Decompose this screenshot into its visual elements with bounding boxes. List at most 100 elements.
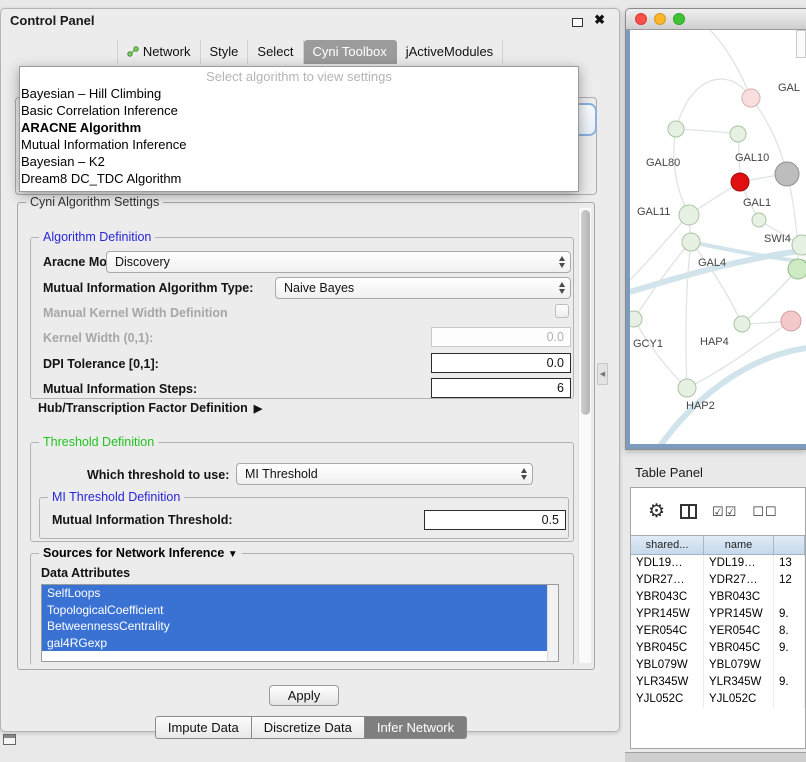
cell: YBL079W: [704, 657, 774, 674]
network-node[interactable]: [742, 89, 760, 107]
data-attributes-list[interactable]: SelfLoops TopologicalCoefficient Between…: [41, 584, 559, 662]
which-threshold-select[interactable]: MI Threshold: [236, 463, 533, 485]
network-node[interactable]: [730, 126, 746, 142]
cell: 13: [774, 555, 805, 572]
node-label: GAL1: [743, 197, 771, 209]
list-item[interactable]: TopologicalCoefficient: [42, 602, 547, 619]
restore-panel-icon[interactable]: [3, 734, 16, 745]
mi-steps-label: Mutual Information Steps:: [43, 382, 197, 396]
tab-label: Style: [210, 44, 239, 59]
tab-label: Cyni Toolbox: [313, 44, 387, 59]
tab-impute-data[interactable]: Impute Data: [155, 716, 252, 739]
gear-icon[interactable]: ⚙: [648, 502, 665, 521]
window-title: Control Panel: [10, 13, 95, 28]
kernel-width-input[interactable]: 0.0: [431, 327, 571, 347]
network-node[interactable]: [788, 259, 806, 279]
node-label: SWI4: [764, 233, 791, 245]
table-row[interactable]: YBR045C YBR045C 9.: [631, 640, 805, 657]
table-row[interactable]: YBR043C YBR043C: [631, 589, 805, 606]
deselect-all-checkboxes-icon[interactable]: ☐☐: [752, 504, 777, 520]
chevron-down-icon: ▼: [228, 549, 238, 560]
mi-threshold-group: MI Threshold Definition Mutual Informati…: [39, 497, 569, 539]
table-header: shared... name: [631, 535, 805, 555]
column-header-name[interactable]: name: [704, 536, 774, 554]
network-node[interactable]: [668, 121, 684, 137]
panel-collapse-grip[interactable]: ◀: [597, 363, 608, 385]
cell: YLR345W: [704, 674, 774, 691]
algorithm-option[interactable]: Dream8 DC_TDC Algorithm: [20, 170, 578, 187]
kernel-width-value: 0.0: [547, 330, 564, 344]
columns-icon[interactable]: [680, 504, 697, 519]
network-scrollbar[interactable]: [796, 30, 806, 58]
network-node[interactable]: [734, 316, 750, 332]
sources-toggle[interactable]: Sources for Network Inference ▼: [39, 546, 242, 560]
list-scrollbar[interactable]: [547, 585, 558, 661]
zoom-traffic-light-icon[interactable]: [673, 13, 685, 25]
network-node[interactable]: [678, 379, 696, 397]
table-row[interactable]: YLR345W YLR345W 9.: [631, 674, 805, 691]
algorithm-option[interactable]: Mutual Information Inference: [20, 136, 578, 153]
network-node[interactable]: [682, 233, 700, 251]
table-row[interactable]: YJL052C YJL052C: [631, 691, 805, 708]
close-traffic-light-icon[interactable]: [635, 13, 647, 25]
table-row[interactable]: YBL079W YBL079W: [631, 657, 805, 674]
network-node[interactable]: [630, 311, 642, 327]
mi-threshold-label: Mutual Information Threshold:: [52, 513, 233, 527]
table-toolbar: ⚙ ☑☑ ☐☐: [631, 488, 805, 535]
manual-kernel-label: Manual Kernel Width Definition: [43, 306, 228, 320]
table-row[interactable]: YDR27… YDR27… 12: [631, 572, 805, 589]
mi-type-value: Naive Bayes: [284, 281, 354, 295]
tab-jactivemodules[interactable]: jActiveModules: [397, 40, 503, 64]
dropdown-arrows-icon: [559, 282, 565, 294]
list-item[interactable]: SelfLoops: [42, 585, 547, 602]
network-node[interactable]: [752, 213, 766, 227]
tab-style[interactable]: Style: [201, 40, 249, 64]
algorithm-option-selected[interactable]: ARACNE Algorithm: [20, 119, 578, 136]
tab-cyni-toolbox[interactable]: Cyni Toolbox: [304, 40, 397, 64]
table-row[interactable]: YER054C YER054C 8.: [631, 623, 805, 640]
network-node-pink[interactable]: [781, 311, 801, 331]
algorithm-dropdown-popup: Select algorithm to view settings Bayesi…: [19, 66, 579, 192]
column-header-extra[interactable]: [774, 536, 805, 554]
tab-select[interactable]: Select: [248, 40, 303, 64]
dpi-tolerance-label: DPI Tolerance [0,1]:: [43, 357, 159, 371]
settings-scrollbar[interactable]: [578, 208, 591, 663]
algorithm-option[interactable]: Bayesian – Hill Climbing: [20, 85, 578, 102]
hub-definition-toggle[interactable]: Hub/Transcription Factor Definition▶: [38, 401, 262, 415]
which-threshold-value: MI Threshold: [245, 467, 318, 481]
table-row[interactable]: YPR145W YPR145W 9.: [631, 606, 805, 623]
node-label: HAP4: [700, 336, 729, 348]
tab-label: Select: [257, 44, 293, 59]
algorithm-option[interactable]: Bayesian – K2: [20, 153, 578, 170]
dpi-tolerance-input[interactable]: 0.0: [431, 353, 571, 373]
column-header-shared[interactable]: shared...: [631, 536, 704, 554]
algorithm-option[interactable]: Basic Correlation Inference: [20, 102, 578, 119]
scrollbar-thumb[interactable]: [581, 210, 590, 415]
tab-infer-network[interactable]: Infer Network: [365, 716, 467, 739]
cell: YPR145W: [704, 606, 774, 623]
network-node-gray[interactable]: [775, 162, 799, 186]
list-item[interactable]: gal4RGexp: [42, 635, 547, 652]
aracne-mode-select[interactable]: Discovery: [106, 251, 571, 273]
mi-type-select[interactable]: Naive Bayes: [275, 277, 571, 299]
list-item[interactable]: BetweennessCentrality: [42, 618, 547, 635]
network-canvas[interactable]: GAL GAL80 GAL10 GAL11 GAL1 SWI4 GAL4 GCY…: [626, 30, 806, 449]
network-node-red[interactable]: [731, 173, 749, 191]
mi-threshold-input[interactable]: 0.5: [424, 510, 566, 530]
mi-steps-input[interactable]: 6: [431, 378, 571, 398]
cell: 9.: [774, 640, 805, 657]
close-icon[interactable]: ✖: [594, 12, 605, 28]
minimize-icon[interactable]: [572, 18, 583, 27]
apply-button[interactable]: Apply: [269, 685, 339, 706]
cell: YER054C: [631, 623, 704, 640]
cell: 8.: [774, 623, 805, 640]
manual-kernel-checkbox[interactable]: [555, 304, 569, 318]
minimize-traffic-light-icon[interactable]: [654, 13, 666, 25]
data-attributes-label: Data Attributes: [41, 566, 130, 580]
tab-discretize-data[interactable]: Discretize Data: [252, 716, 365, 739]
select-all-checkboxes-icon[interactable]: ☑☑: [712, 504, 737, 520]
tab-network[interactable]: Network: [117, 40, 201, 64]
table-row[interactable]: YDL19… YDL19… 13: [631, 555, 805, 572]
network-node[interactable]: [679, 205, 699, 225]
network-window-titlebar[interactable]: [626, 9, 806, 30]
